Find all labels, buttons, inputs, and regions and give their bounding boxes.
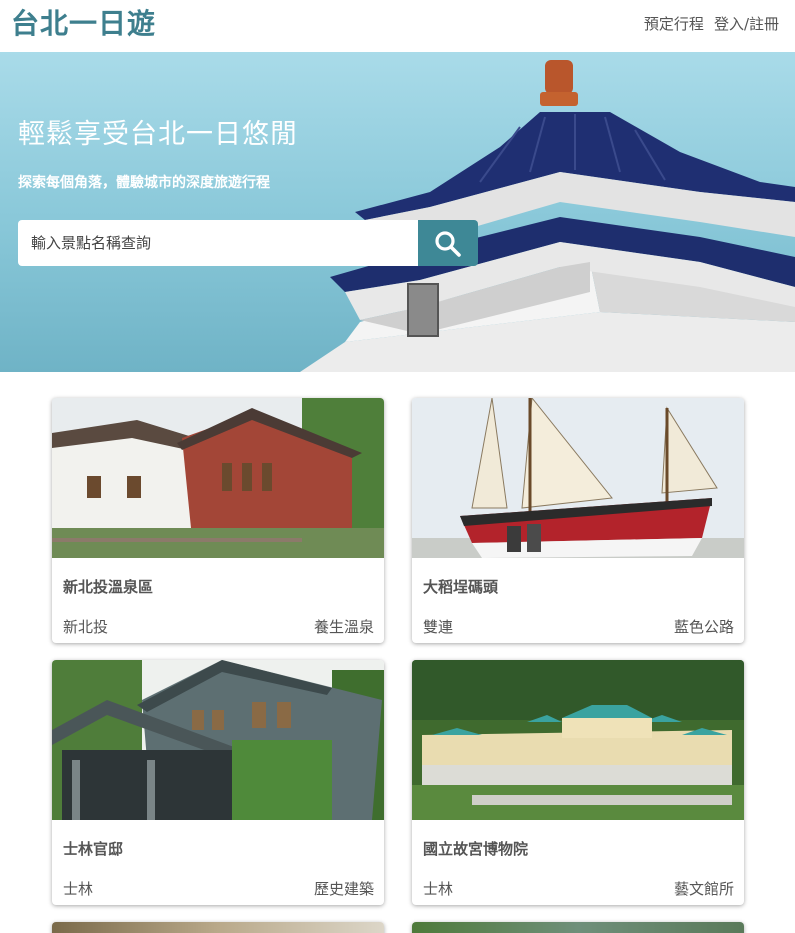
attraction-area: 雙連 (423, 618, 454, 636)
attraction-card[interactable]: 士林官邸 士林 歷史建築 (52, 660, 384, 905)
attraction-photo (52, 922, 384, 933)
attraction-card-partial[interactable] (412, 922, 744, 933)
attraction-card[interactable]: 新北投溫泉區 新北投 養生溫泉 (52, 398, 384, 643)
hero-title: 輕鬆享受台北一日悠閒 (18, 119, 298, 150)
attraction-photo (412, 922, 744, 933)
attraction-category: 藍色公路 (673, 618, 734, 636)
hero-banner: 輕鬆享受台北一日悠閒 探索每個角落，體驗城市的深度旅遊行程 (0, 52, 795, 372)
nav-links: 預定行程 登入/註冊 (644, 13, 779, 34)
search-button[interactable] (418, 220, 478, 266)
attraction-photo (52, 398, 384, 558)
attraction-category: 歷史建築 (313, 880, 374, 898)
attraction-photo (52, 660, 384, 820)
attraction-name: 大稻埕碼頭 (423, 578, 499, 596)
attraction-card-partial[interactable] (52, 922, 384, 933)
attraction-category: 藝文館所 (673, 880, 734, 898)
nav-login-link[interactable]: 登入/註冊 (714, 13, 779, 34)
attraction-name: 士林官邸 (63, 840, 124, 858)
search-icon (435, 231, 461, 257)
attraction-area: 新北投 (63, 618, 109, 636)
attraction-name: 國立故宮博物院 (423, 840, 529, 858)
top-navbar: 台北一日遊 預定行程 登入/註冊 (0, 0, 795, 52)
attraction-search-input[interactable] (18, 220, 418, 266)
attraction-area: 士林 (423, 880, 454, 898)
attraction-name: 新北投溫泉區 (63, 578, 154, 596)
attraction-card[interactable]: 大稻埕碼頭 雙連 藍色公路 (412, 398, 744, 643)
nav-booking-link[interactable]: 預定行程 (644, 13, 704, 34)
attraction-card[interactable]: 國立故宮博物院 士林 藝文館所 (412, 660, 744, 905)
memorial-hall-illustration (300, 60, 795, 372)
site-logo[interactable]: 台北一日遊 (11, 4, 156, 44)
attraction-photo (412, 660, 744, 820)
hero-subtitle: 探索每個角落，體驗城市的深度旅遊行程 (18, 175, 270, 191)
attraction-category: 養生溫泉 (313, 618, 374, 636)
attraction-photo (412, 398, 744, 558)
attraction-area: 士林 (63, 880, 94, 898)
